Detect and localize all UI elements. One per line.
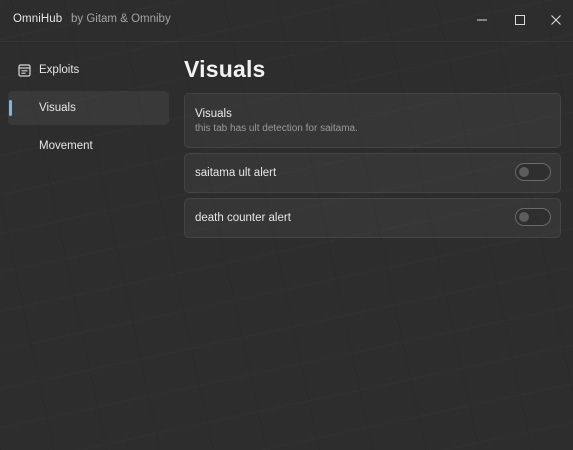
title-bar[interactable]: OmniHub by Gitam & Omniby: [0, 0, 573, 40]
death-counter-alert-toggle[interactable]: [515, 208, 551, 226]
sidebar-item-label: Exploits: [39, 64, 80, 76]
section-title: Visuals: [195, 108, 232, 120]
maximize-icon: [515, 15, 525, 25]
sidebar-item-label: Visuals: [39, 102, 76, 114]
app-window: OmniHub by Gitam & Omniby Exploits Visua…: [0, 0, 573, 450]
minimize-button[interactable]: [470, 8, 494, 32]
active-indicator: [9, 100, 12, 116]
minimize-icon: [477, 19, 487, 21]
death-counter-alert-row: death counter alert: [184, 198, 561, 238]
section-header-card: Visuals this tab has ult detection for s…: [184, 93, 561, 148]
toggle-knob: [519, 212, 529, 222]
sidebar-item-exploits[interactable]: Exploits: [8, 53, 169, 87]
close-icon: [551, 15, 561, 25]
saitama-ult-alert-toggle[interactable]: [515, 163, 551, 181]
section-description: this tab has ult detection for saitama.: [195, 123, 358, 134]
title-divider: [0, 41, 573, 42]
sidebar-item-visuals[interactable]: Visuals: [8, 91, 169, 125]
sidebar-item-label: Movement: [39, 140, 93, 152]
toggle-label: death counter alert: [195, 212, 291, 224]
toggle-label: saitama ult alert: [195, 167, 277, 179]
app-subtitle: by Gitam & Omniby: [71, 13, 171, 25]
toggle-knob: [519, 167, 529, 177]
app-title: OmniHub: [13, 13, 63, 25]
document-icon: [18, 64, 32, 77]
close-button[interactable]: [544, 8, 568, 32]
sidebar-item-movement[interactable]: Movement: [8, 129, 169, 163]
page-title: Visuals: [184, 56, 266, 82]
saitama-ult-alert-row: saitama ult alert: [184, 153, 561, 193]
maximize-button[interactable]: [508, 8, 532, 32]
